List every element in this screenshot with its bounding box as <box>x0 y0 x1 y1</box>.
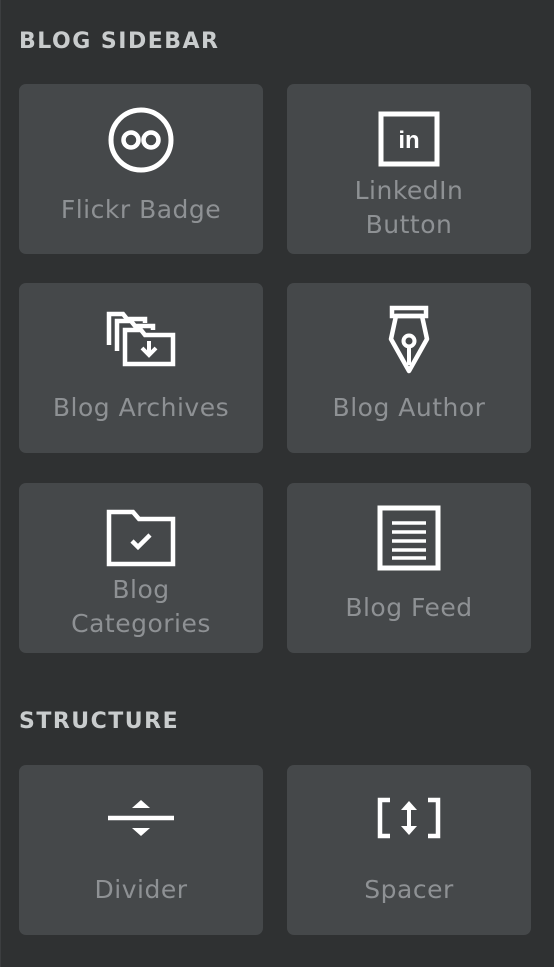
tile-label-line1: LinkedIn <box>354 176 464 205</box>
tile-spacer[interactable]: Spacer <box>287 765 531 935</box>
tile-flickr-badge[interactable]: Flickr Badge <box>19 84 263 254</box>
tile-label-line1: Blog <box>112 575 170 604</box>
tile-label-line2: Categories <box>71 609 211 638</box>
tile-label-line2: Button <box>365 210 453 239</box>
tile-label: Flickr Badge <box>60 195 222 224</box>
tile-label: Divider <box>94 875 188 904</box>
folder-check-icon <box>106 509 176 567</box>
tile-blog-categories[interactable]: Blog Categories <box>19 483 263 653</box>
divider-icon <box>106 795 176 841</box>
section-title-blog-sidebar: BLOG SIDEBAR <box>19 29 220 54</box>
tile-divider[interactable]: Divider <box>19 765 263 935</box>
flickr-icon <box>107 106 175 174</box>
tile-label: Spacer <box>364 875 454 904</box>
tile-blog-feed[interactable]: Blog Feed <box>287 483 531 653</box>
linkedin-icon: in <box>378 111 440 167</box>
spacer-icon <box>376 795 442 841</box>
tile-label: Blog Feed <box>345 593 473 622</box>
svg-text:in: in <box>398 127 419 154</box>
pen-nib-icon <box>385 305 433 375</box>
folder-download-icon <box>106 311 176 367</box>
document-lines-icon <box>377 505 441 571</box>
section-title-structure: STRUCTURE <box>19 709 180 734</box>
tile-label: Blog Archives <box>52 393 230 422</box>
tile-blog-author[interactable]: Blog Author <box>287 283 531 453</box>
tile-linkedin-button[interactable]: in LinkedIn Button <box>287 84 531 254</box>
widget-panel: BLOG SIDEBAR Flickr Badge in LinkedIn Bu… <box>0 0 554 967</box>
tile-blog-archives[interactable]: Blog Archives <box>19 283 263 453</box>
tile-label: Blog Author <box>332 393 486 422</box>
